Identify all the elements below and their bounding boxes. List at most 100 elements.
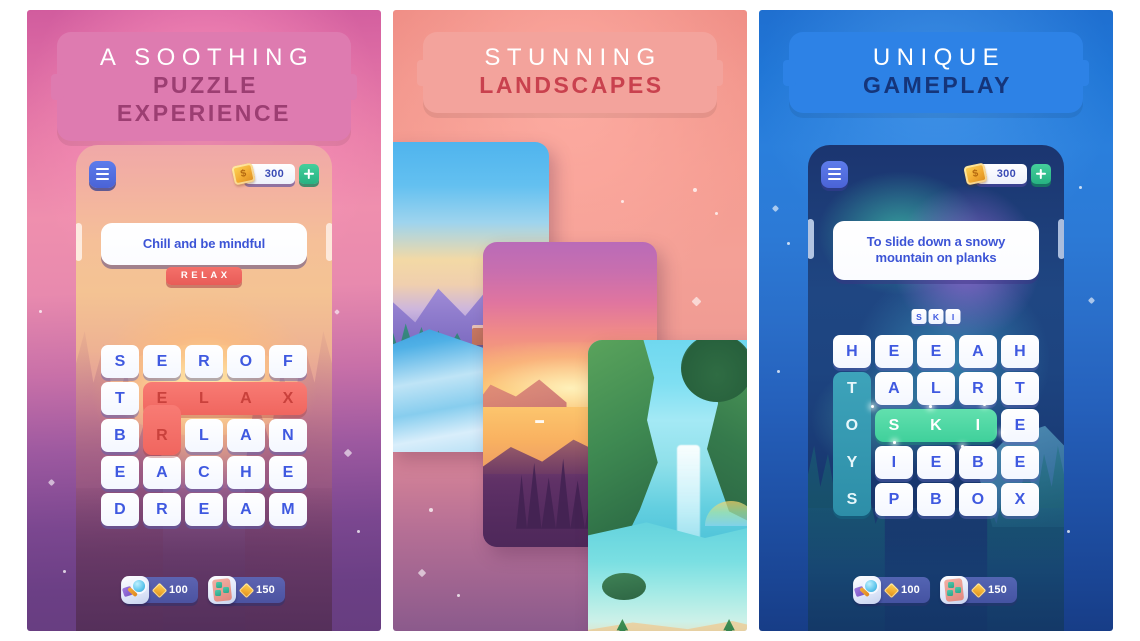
grid-cell[interactable]: L [917, 372, 955, 405]
grid-cell[interactable]: B [101, 419, 139, 452]
phone-mockup-soothing: $ 300 Chill and be mindful RELAX S E R O… [76, 145, 332, 631]
grid-cell[interactable]: H [1001, 335, 1039, 368]
grid-cell[interactable]: S [875, 409, 913, 442]
coin-group: $ 300 [230, 162, 319, 186]
grid-cell[interactable]: X [269, 382, 307, 415]
letter-grid-area: S E R O F T E L A X B R L A N E A C H E … [101, 345, 307, 526]
banner-line-1: UNIQUE [872, 44, 1006, 71]
grid-cell[interactable]: H [227, 456, 265, 489]
grid-cell[interactable]: D [101, 493, 139, 526]
shuffle-scroll-icon [940, 576, 968, 604]
grid-cell[interactable]: T [101, 382, 139, 415]
grid-cell[interactable]: N [269, 419, 307, 452]
waterfall-artwork [588, 340, 747, 631]
powerup-cost-label: 100 [901, 584, 920, 596]
grid-cell[interactable]: X [1001, 483, 1039, 516]
grid-cell[interactable]: E [269, 456, 307, 489]
grid-cell[interactable]: I [875, 446, 913, 479]
gem-icon [151, 582, 168, 598]
coin-count-label: 300 [996, 168, 1016, 180]
grid-cell[interactable]: F [269, 345, 307, 378]
powerup-cost-label: 150 [988, 584, 1007, 596]
grid-cell[interactable]: H [833, 335, 871, 368]
phone-side-button-right [1058, 219, 1064, 259]
game-topbar: $ 300 [76, 159, 332, 189]
panel-landscapes: STUNNING LANDSCAPES [393, 10, 747, 631]
hamburger-menu-icon[interactable] [821, 160, 848, 188]
grid-cell[interactable]: K [917, 409, 955, 442]
grid-cell[interactable]: B [917, 483, 955, 516]
rainbow [704, 501, 747, 526]
grid-cell[interactable]: E [875, 335, 913, 368]
grid-cell[interactable]: S [101, 345, 139, 378]
clue-block: To slide down a snowy mountain on planks [833, 221, 1039, 280]
add-coins-button[interactable] [1031, 164, 1051, 184]
gem-icon [883, 582, 900, 598]
snow-ground [808, 507, 1064, 631]
grid-cell[interactable]: E [917, 335, 955, 368]
grid-cell[interactable]: T [833, 372, 871, 405]
panel-gameplay: UNIQUE GAMEPLAY $ 300 To slide down a sn… [759, 10, 1113, 631]
powerup-hint-button[interactable]: 100 [121, 576, 198, 604]
hamburger-menu-icon[interactable] [89, 160, 116, 188]
grid-cell[interactable]: O [833, 409, 871, 442]
powerup-cost-label: 100 [169, 584, 188, 596]
grid-cell[interactable]: A [959, 335, 997, 368]
grid-cell[interactable]: A [227, 382, 265, 415]
grid-cell[interactable]: P [875, 483, 913, 516]
grid-cell[interactable]: A [875, 372, 913, 405]
banner-line-2: GAMEPLAY [862, 72, 1013, 99]
grid-cell[interactable]: Y [833, 446, 871, 479]
grid-cell[interactable]: L [185, 419, 223, 452]
tropical-waterfall-lagoon-card[interactable] [588, 340, 747, 631]
coin-counter[interactable]: $ 300 [962, 162, 1027, 186]
grid-cell[interactable]: E [1001, 446, 1039, 479]
grid-cell[interactable]: T [1001, 372, 1039, 405]
powerup-shuffle-button[interactable]: 150 [208, 576, 285, 604]
grid-cell[interactable]: R [959, 372, 997, 405]
grid-cell[interactable]: C [185, 456, 223, 489]
coin-count-label: 300 [264, 168, 284, 180]
grid-cell[interactable]: O [959, 483, 997, 516]
grid-cell[interactable]: E [917, 446, 955, 479]
clue-answer-chip: RELAX [166, 267, 242, 286]
grid-cell[interactable]: A [143, 456, 181, 489]
grid-cell[interactable]: O [227, 345, 265, 378]
banner-line-2: PUZZLE EXPERIENCE [116, 72, 292, 127]
powerup-hint-button[interactable]: 100 [853, 576, 930, 604]
grid-cell[interactable]: R [185, 345, 223, 378]
add-coins-button[interactable] [299, 164, 319, 184]
letter-grid: S E R O F T E L A X B R L A N E A C H E … [101, 345, 307, 526]
store-screenshot-set: A SOOTHING PUZZLE EXPERIENCE $ 300 Chill… [0, 0, 1140, 641]
shuffle-scroll-icon [208, 576, 236, 604]
panel-soothing: A SOOTHING PUZZLE EXPERIENCE $ 300 Chill… [27, 10, 381, 631]
grid-cell[interactable]: R [143, 419, 181, 452]
letter-grid-area: H E E A H T A L R T O S K I E Y I E B E … [833, 335, 1039, 516]
grid-cell[interactable]: B [959, 446, 997, 479]
grid-cell[interactable]: I [959, 409, 997, 442]
grid-cell[interactable]: E [185, 493, 223, 526]
powerup-shuffle-button[interactable]: 150 [940, 576, 1017, 604]
grid-cell[interactable]: S [833, 483, 871, 516]
phone-side-button-left [808, 219, 814, 259]
banner-line-1: A SOOTHING [99, 44, 315, 71]
tree-canopy [680, 340, 747, 402]
grid-cell[interactable]: M [269, 493, 307, 526]
grid-cell[interactable]: E [143, 345, 181, 378]
phone-side-button-left [76, 223, 82, 261]
phone-side-button-right [326, 223, 332, 261]
grid-cell[interactable]: A [227, 419, 265, 452]
banner-soothing: A SOOTHING PUZZLE EXPERIENCE [57, 32, 351, 142]
powerup-bar: 100 150 [121, 576, 285, 604]
found-word-chips: S K I [911, 309, 961, 324]
grid-cell[interactable]: R [143, 493, 181, 526]
found-letter-chip: I [945, 309, 961, 324]
powerup-cost-label: 150 [256, 584, 275, 596]
grid-cell[interactable]: E [1001, 409, 1039, 442]
grid-cell[interactable]: E [143, 382, 181, 415]
grid-cell[interactable]: A [227, 493, 265, 526]
grid-cell[interactable]: E [101, 456, 139, 489]
grid-cell[interactable]: L [185, 382, 223, 415]
clue-card: Chill and be mindful [101, 223, 307, 266]
coin-counter[interactable]: $ 300 [230, 162, 295, 186]
